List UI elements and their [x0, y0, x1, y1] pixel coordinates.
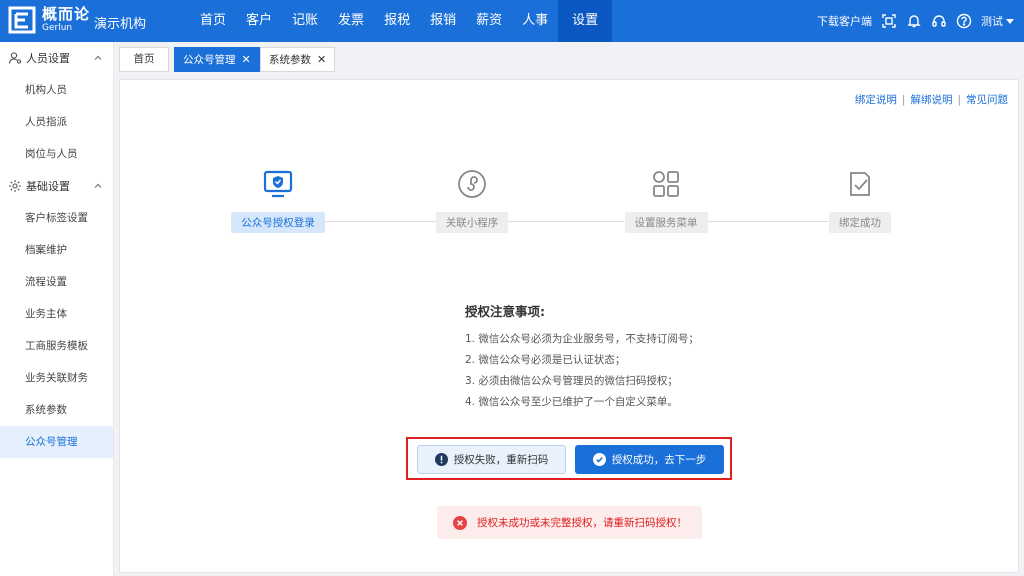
- tab-official-account[interactable]: 公众号管理 ✕: [174, 47, 260, 72]
- download-client-link[interactable]: 下载客户端: [817, 13, 872, 29]
- logo-subtext: Gerlun: [42, 23, 73, 33]
- auth-failed-rescan-button[interactable]: 授权失败，重新扫码: [417, 445, 566, 474]
- faq-link[interactable]: 常见问题: [966, 94, 1008, 106]
- sidebar-group-label: 人员设置: [26, 52, 70, 65]
- sidebar-item-positions[interactable]: 岗位与人员: [0, 138, 113, 170]
- sidebar-group-basic[interactable]: 基础设置: [0, 170, 113, 202]
- nav-bookkeeping[interactable]: 记账: [282, 0, 328, 42]
- mini-program-icon: [458, 170, 486, 198]
- step-label: 关联小程序: [435, 212, 509, 233]
- close-circle-icon: [453, 515, 467, 530]
- bell-icon[interactable]: [906, 13, 922, 29]
- caret-down-icon: [1006, 19, 1014, 24]
- logo[interactable]: 概而论 Gerlun: [8, 5, 90, 35]
- sidebar-item-archive[interactable]: 档案维护: [0, 234, 113, 266]
- user-menu[interactable]: 测试: [981, 13, 1014, 29]
- notice-item: 1. 微信公众号必须为企业服务号，不支持订阅号；: [465, 333, 699, 345]
- tab-label: 首页: [133, 53, 155, 65]
- top-right-tools: 下载客户端 测试: [817, 0, 1014, 42]
- steps-line: [310, 221, 880, 222]
- sidebar-item-business-entity[interactable]: 业务主体: [0, 298, 113, 330]
- gear-icon: [9, 180, 21, 192]
- sidebar: 人员设置 机构人员 人员指派 岗位与人员 基础设置 客户标签设置 档案维护 流程…: [0, 42, 114, 576]
- nav-payroll[interactable]: 薪资: [466, 0, 512, 42]
- nav-invoices[interactable]: 发票: [328, 0, 374, 42]
- main-panel: 绑定说明 | 解绑说明 | 常见问题 公众号授权登录 关联小程序 设置服务菜单 绑定成功: [119, 79, 1019, 573]
- fullscreen-icon[interactable]: [881, 13, 897, 29]
- sidebar-item-finance-link[interactable]: 业务关联财务: [0, 362, 113, 394]
- check-circle-icon: [592, 453, 606, 466]
- chevron-up-icon: [94, 55, 102, 60]
- sidebar-item-customer-tags[interactable]: 客户标签设置: [0, 202, 113, 234]
- org-name[interactable]: 演示机构: [94, 13, 146, 32]
- tab-label: 公众号管理: [183, 54, 236, 66]
- button-label: 授权失败，重新扫码: [453, 454, 549, 466]
- notice-item: 4. 微信公众号至少已维护了一个自定义菜单。: [465, 396, 678, 408]
- sidebar-item-org-staff[interactable]: 机构人员: [0, 74, 113, 106]
- main-nav: 首页 客户 记账 发票 报税 报销 薪资 人事 设置: [190, 0, 613, 42]
- top-bar: 概而论 Gerlun 演示机构 首页 客户 记账 发票 报税 报销 薪资 人事 …: [0, 0, 1024, 42]
- action-button-group: 授权失败，重新扫码 授权成功，去下一步: [406, 437, 732, 480]
- close-icon[interactable]: ✕: [317, 53, 326, 66]
- sidebar-item-system-params[interactable]: 系统参数: [0, 394, 113, 426]
- step-label: 设置服务菜单: [624, 212, 708, 233]
- notice-title: 授权注意事项:: [465, 304, 545, 319]
- step-label: 公众号授权登录: [231, 212, 325, 233]
- sidebar-item-official-account[interactable]: 公众号管理: [0, 426, 113, 458]
- help-links: 绑定说明 | 解绑说明 | 常见问题: [854, 94, 1008, 106]
- nav-reimbursement[interactable]: 报销: [420, 0, 466, 42]
- sidebar-item-workflow[interactable]: 流程设置: [0, 266, 113, 298]
- step-mini-program: 关联小程序: [412, 168, 532, 233]
- tab-label: 系统参数: [269, 54, 311, 66]
- grid-menu-icon: [653, 171, 679, 197]
- clipboard-check-icon: [850, 172, 870, 196]
- error-message: 授权未成功或未完整授权，请重新扫码授权！: [437, 506, 702, 539]
- close-icon[interactable]: ✕: [242, 53, 251, 66]
- step-bind-success: 绑定成功: [800, 168, 920, 233]
- logo-icon: [8, 6, 36, 34]
- logo-text: 概而论: [42, 5, 91, 23]
- auth-notice: 授权注意事项: 1. 微信公众号必须为企业服务号，不支持订阅号； 2. 微信公众…: [465, 301, 699, 413]
- nav-tax[interactable]: 报税: [374, 0, 420, 42]
- step-service-menu: 设置服务菜单: [606, 168, 726, 233]
- nav-settings[interactable]: 设置: [558, 0, 613, 42]
- auth-success-next-button[interactable]: 授权成功，去下一步: [575, 445, 724, 474]
- user-settings-icon: [8, 52, 22, 64]
- sidebar-group-label: 基础设置: [26, 180, 70, 193]
- headset-icon[interactable]: [931, 13, 947, 29]
- bind-guide-link[interactable]: 绑定说明: [855, 94, 897, 106]
- sidebar-group-personnel[interactable]: 人员设置: [0, 42, 113, 74]
- nav-customers[interactable]: 客户: [236, 0, 282, 42]
- user-name: 测试: [981, 15, 1003, 28]
- sidebar-item-staff-assign[interactable]: 人员指派: [0, 106, 113, 138]
- tab-bar: 首页 公众号管理 ✕ 系统参数 ✕: [114, 42, 1024, 76]
- monitor-shield-icon: [263, 170, 293, 198]
- notice-item: 2. 微信公众号必须是已认证状态；: [465, 354, 626, 366]
- nav-hr[interactable]: 人事: [512, 0, 558, 42]
- tab-system-params[interactable]: 系统参数 ✕: [260, 47, 336, 72]
- step-label: 绑定成功: [829, 212, 891, 233]
- step-authorize: 公众号授权登录: [218, 168, 338, 233]
- nav-home[interactable]: 首页: [190, 0, 236, 42]
- notice-item: 3. 必须由微信公众号管理员的微信扫码授权；: [465, 375, 678, 387]
- error-text: 授权未成功或未完整授权，请重新扫码授权！: [477, 517, 687, 529]
- unbind-guide-link[interactable]: 解绑说明: [910, 94, 952, 106]
- help-icon[interactable]: [956, 13, 972, 29]
- chevron-up-icon: [94, 183, 102, 188]
- tab-home[interactable]: 首页: [119, 47, 169, 72]
- button-label: 授权成功，去下一步: [611, 454, 707, 466]
- exclamation-circle-icon: [434, 453, 448, 466]
- sidebar-item-service-template[interactable]: 工商服务模板: [0, 330, 113, 362]
